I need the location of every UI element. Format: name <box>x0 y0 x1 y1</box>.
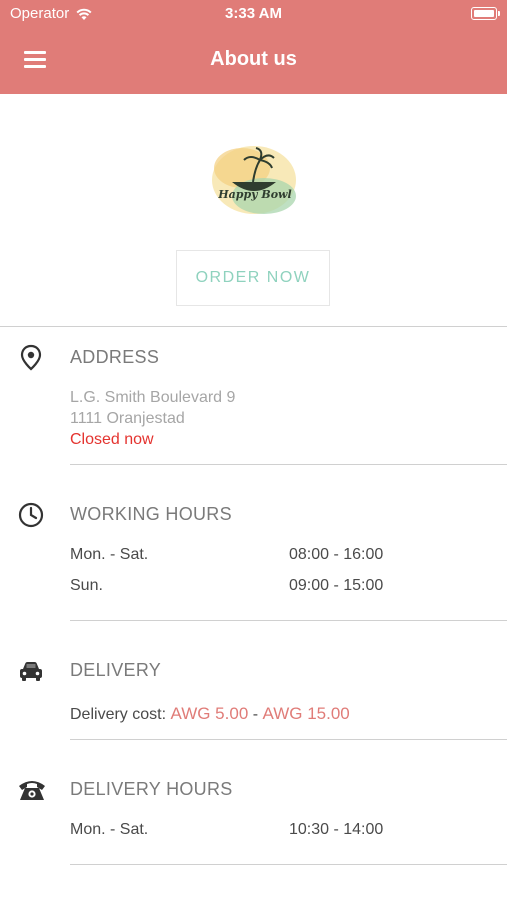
order-now-button[interactable]: ORDER NOW <box>176 250 330 306</box>
logo-text: Happy Bowl <box>218 188 292 201</box>
delivery-title: DELIVERY <box>70 660 162 680</box>
status-bar: Operator 3:33 AM <box>0 0 507 28</box>
open-status: Closed now <box>70 431 154 448</box>
address-line-1: L.G. Smith Boulevard 9 <box>70 389 236 406</box>
working-days-1: Mon. - Sat. <box>70 546 149 563</box>
delivery-days-1: Mon. - Sat. <box>70 821 149 838</box>
location-pin-icon <box>20 344 42 371</box>
divider <box>70 864 507 865</box>
working-hours-title: WORKING HOURS <box>70 504 232 524</box>
divider <box>70 620 507 621</box>
address-title: ADDRESS <box>70 347 160 367</box>
delivery-cost-separator: - <box>252 706 259 723</box>
happy-bowl-logo <box>212 146 296 214</box>
page-title: About us <box>210 48 297 70</box>
working-hours-2: 09:00 - 15:00 <box>289 577 384 594</box>
address-line-2: 1111 Oranjestad <box>70 410 185 427</box>
delivery-hours-title: DELIVERY HOURS <box>70 779 233 799</box>
delivery-cost-label: Delivery cost: <box>70 706 167 723</box>
clock: 3:33 AM <box>225 5 282 22</box>
divider <box>70 464 507 465</box>
working-days-2: Sun. <box>70 577 103 594</box>
divider <box>70 739 507 740</box>
delivery-cost-min: AWG 5.00 <box>170 704 249 723</box>
battery-icon <box>471 7 500 20</box>
car-icon <box>20 662 42 681</box>
delivery-cost-max: AWG 15.00 <box>262 704 350 723</box>
delivery-hours-1: 10:30 - 14:00 <box>289 821 384 838</box>
app-header: Operator 3:33 AM About us <box>0 0 507 94</box>
clock-icon <box>18 502 44 528</box>
telephone-icon <box>19 781 45 800</box>
divider <box>0 326 507 327</box>
delivery-cost: Delivery cost: AWG 5.00 - AWG 15.00 <box>70 704 350 724</box>
working-hours-1: 08:00 - 16:00 <box>289 546 384 563</box>
